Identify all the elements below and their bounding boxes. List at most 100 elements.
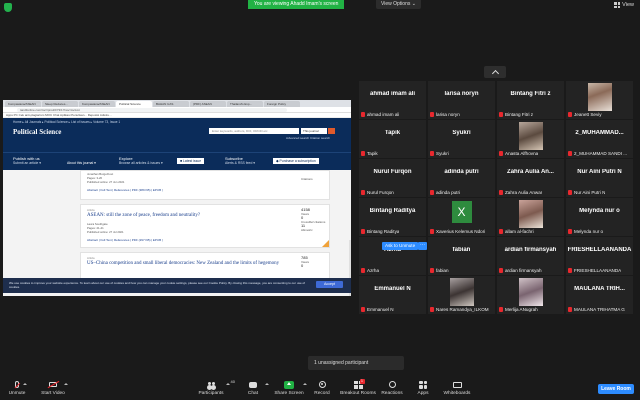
participant-tile[interactable]: larisa noryn larisa noryn: [428, 81, 495, 119]
audio-options-caret-icon[interactable]: [23, 383, 27, 385]
participant-footer: Nares Ramandya_ILKOM: [430, 307, 489, 312]
mic-muted-icon: [430, 151, 434, 156]
participant-display-name: Zahra Aulia An...: [507, 169, 554, 175]
mic-muted-icon: [430, 112, 434, 117]
more-options-button[interactable]: ···: [418, 242, 427, 250]
participants-button[interactable]: 40 Participants: [191, 379, 234, 396]
participant-tile[interactable]: Zahra Aulia An... Zahra Aulia Anwar: [497, 159, 564, 197]
participant-name: Zahra Aulia Anwar: [505, 190, 543, 195]
participant-name: FRIESHELLAANANDA: [574, 268, 622, 273]
participant-tile[interactable]: ahmad imam ali ahmad imam ali: [359, 81, 426, 119]
article-links[interactable]: Abstract | Full Text | References | PDF …: [87, 188, 163, 192]
latest-issue-button[interactable]: ■ Latest issue: [177, 158, 205, 164]
participant-name: Syukri: [436, 151, 449, 156]
participant-video: [449, 278, 474, 306]
article-card: Article ASEAN: still the zone of peace, …: [80, 204, 330, 248]
article-stats: 785 Views 0: [301, 256, 309, 268]
unassigned-participant-toast[interactable]: 1 unassigned participant: [308, 356, 404, 370]
share-screen-icon: [284, 380, 294, 389]
participant-footer: Azrha: [361, 268, 379, 273]
participant-tile[interactable]: Tapik Tapik: [359, 120, 426, 158]
participant-tile[interactable]: Anasta Alfhovna: [497, 120, 564, 158]
participant-footer: Tapik: [361, 151, 378, 156]
participant-tile[interactable]: allam al-fachri: [497, 198, 564, 236]
chat-icon: [249, 381, 257, 388]
nav-publish[interactable]: Publish with us Submit an article ▾: [13, 156, 41, 166]
journal-title[interactable]: Political Science: [13, 128, 61, 136]
advanced-search-link[interactable]: Advanced search Citation search: [286, 136, 330, 140]
nav-explore[interactable]: Explore Browse all articles & issues ▾: [119, 156, 163, 166]
participant-tile[interactable]: X Xaverius Kelemus Ndori: [428, 198, 495, 236]
participant-display-name: adinda putri: [444, 169, 479, 175]
view-options-button[interactable]: View Options ⌄: [376, 0, 421, 9]
article-links[interactable]: Abstract | Full Text | References | PDF …: [87, 238, 163, 242]
search-scope-select[interactable]: This journal: [301, 128, 327, 134]
participants-caret-icon[interactable]: [226, 383, 230, 385]
view-button[interactable]: View: [614, 2, 634, 8]
participant-tile[interactable]: adinda putri adinda putri: [428, 159, 495, 197]
record-button[interactable]: Record: [302, 380, 342, 396]
purchase-subscription-button[interactable]: ◆ Purchase a subscription: [273, 158, 319, 164]
participant-name: Jeanett Seviy: [574, 112, 602, 117]
participant-tile[interactable]: 2_MUHAMMAD... 2_MUHAMMAD SANDI ...: [566, 120, 633, 158]
search-go-button[interactable]: [328, 128, 335, 134]
participant-footer: Bintang Raditya: [361, 229, 399, 234]
accept-cookies-button[interactable]: Accept: [316, 281, 343, 288]
participant-name: Bintang Raditya: [367, 229, 400, 234]
whiteboards-button[interactable]: Whiteboards: [437, 380, 477, 396]
participant-name: Nur Aini Putri N: [574, 190, 606, 195]
ask-to-unmute-button[interactable]: Ask to Unmute: [382, 242, 419, 250]
article-published: Published online: 27 Jun 2021: [87, 180, 125, 184]
nav-subscribe[interactable]: Subscribe Alerts & RSS feed ▾: [225, 156, 255, 166]
participant-tile[interactable]: fabian fabian: [428, 237, 495, 275]
participant-tile[interactable]: Bintang Fitri z Bintang Fitri z: [497, 81, 564, 119]
participant-footer: Jeanett Seviy: [568, 112, 602, 117]
participant-tile[interactable]: ardian firmansyah ardian firmansyah: [497, 237, 564, 275]
camera-off-icon: [49, 382, 57, 387]
security-shield-icon[interactable]: [4, 3, 12, 12]
mic-muted-icon: [361, 268, 365, 273]
participant-tile[interactable]: Syukri Syukri: [428, 120, 495, 158]
participant-display-name: larisa noryn: [444, 91, 479, 97]
participant-name: adinda putri: [436, 190, 461, 195]
mic-muted-icon: [568, 190, 572, 195]
participant-tile[interactable]: Melynda nur o Melynda nur o: [566, 198, 633, 236]
unmute-button[interactable]: Unmute: [0, 380, 37, 396]
participant-footer: fabian: [430, 268, 449, 273]
url-input[interactable]: tandfonline.com/toc/rpns20/73/1?nav=tocL…: [17, 108, 287, 112]
leave-room-button[interactable]: Leave Room: [598, 384, 634, 394]
participant-tile[interactable]: Nurul Furqon Nurul Furqon: [359, 159, 426, 197]
participant-footer: Merlija ANugrah: [499, 307, 538, 312]
journal-search-input[interactable]: Enter keywords, authors, DOI, ORCID etc: [209, 128, 299, 134]
nav-subscribe-sub: Alerts & RSS feed ▾: [225, 161, 255, 165]
participant-display-name: Emmanuel N: [374, 286, 411, 292]
shared-screen: Kompasiana/ASEAN Sleep Reduces... Kompas…: [3, 100, 351, 296]
participants-icon: [207, 381, 216, 388]
article-title[interactable]: US–China competition and small liberal d…: [87, 261, 287, 267]
chat-label: Chat: [247, 391, 259, 396]
article-title[interactable]: ASEAN: still the zone of peace, freedom …: [87, 213, 200, 218]
participant-name: fabian: [436, 268, 449, 273]
participant-tile[interactable]: Nur Aini Putri N Nur Aini Putri N: [566, 159, 633, 197]
article-stats: Citations: [301, 177, 313, 181]
gallery-scroll-up-button[interactable]: [484, 66, 506, 78]
participant-tile[interactable]: MAULANA TRIH... MAULANA TRIHATMA G: [566, 276, 633, 314]
mic-muted-icon: [568, 268, 572, 273]
participant-tile[interactable]: Merlija ANugrah: [497, 276, 564, 314]
participant-tile[interactable]: Nares Ramandya_ILKOM: [428, 276, 495, 314]
participant-tile[interactable]: FRIESHELLAANANDA FRIESHELLAANANDA: [566, 237, 633, 275]
breadcrumb[interactable]: Home ▸ All Journals ▸ Political Science …: [13, 120, 120, 124]
video-options-caret-icon[interactable]: [64, 383, 68, 385]
participant-tile[interactable]: Emmanuel N Emmanuel N: [359, 276, 426, 314]
share-screen-label: Share Screen: [274, 391, 304, 396]
mic-muted-icon: [499, 307, 503, 312]
participant-name: Merlija ANugrah: [505, 307, 538, 312]
participant-name: MAULANA TRIHATMA G: [574, 307, 625, 312]
participant-footer: Zahra Aulia Anwar: [499, 190, 542, 195]
nav-about[interactable]: About this journal ▾: [67, 161, 96, 166]
participant-tile[interactable]: Jeanett Seviy: [566, 81, 633, 119]
participant-name: Bintang Fitri z: [505, 112, 534, 117]
breakout-rooms-icon: 1: [353, 378, 365, 389]
participant-tile[interactable]: Bintang Raditya Bintang Raditya: [359, 198, 426, 236]
participant-display-name: Tapik: [384, 130, 401, 136]
